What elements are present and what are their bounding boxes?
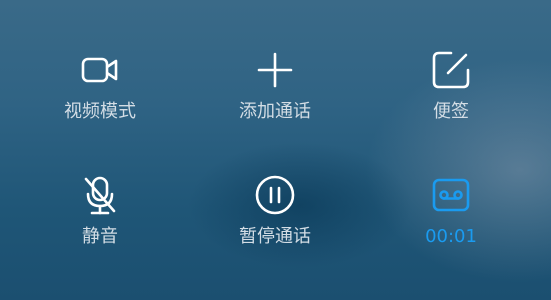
voicemail-record-icon (431, 175, 471, 215)
pause-icon (255, 175, 295, 215)
record-button[interactable]: 00:01 (359, 175, 543, 285)
add-call-button[interactable]: 添加通话 (183, 50, 367, 160)
in-call-actions-panel: 视频模式 添加通话 便签 静音 暂停通话 00:01 (0, 0, 551, 300)
hold-call-button[interactable]: 暂停通话 (183, 175, 367, 285)
video-camera-icon (80, 50, 120, 90)
recording-timer: 00:01 (425, 226, 477, 247)
note-edit-icon (431, 50, 471, 90)
mic-muted-icon (80, 175, 120, 215)
mute-label: 静音 (82, 226, 118, 247)
plus-icon (255, 50, 295, 90)
video-mode-button[interactable]: 视频模式 (8, 50, 192, 160)
video-mode-label: 视频模式 (64, 101, 136, 122)
notes-button[interactable]: 便签 (359, 50, 543, 160)
notes-label: 便签 (433, 101, 469, 122)
mute-button[interactable]: 静音 (8, 175, 192, 285)
add-call-label: 添加通话 (239, 101, 311, 122)
hold-call-label: 暂停通话 (239, 226, 311, 247)
